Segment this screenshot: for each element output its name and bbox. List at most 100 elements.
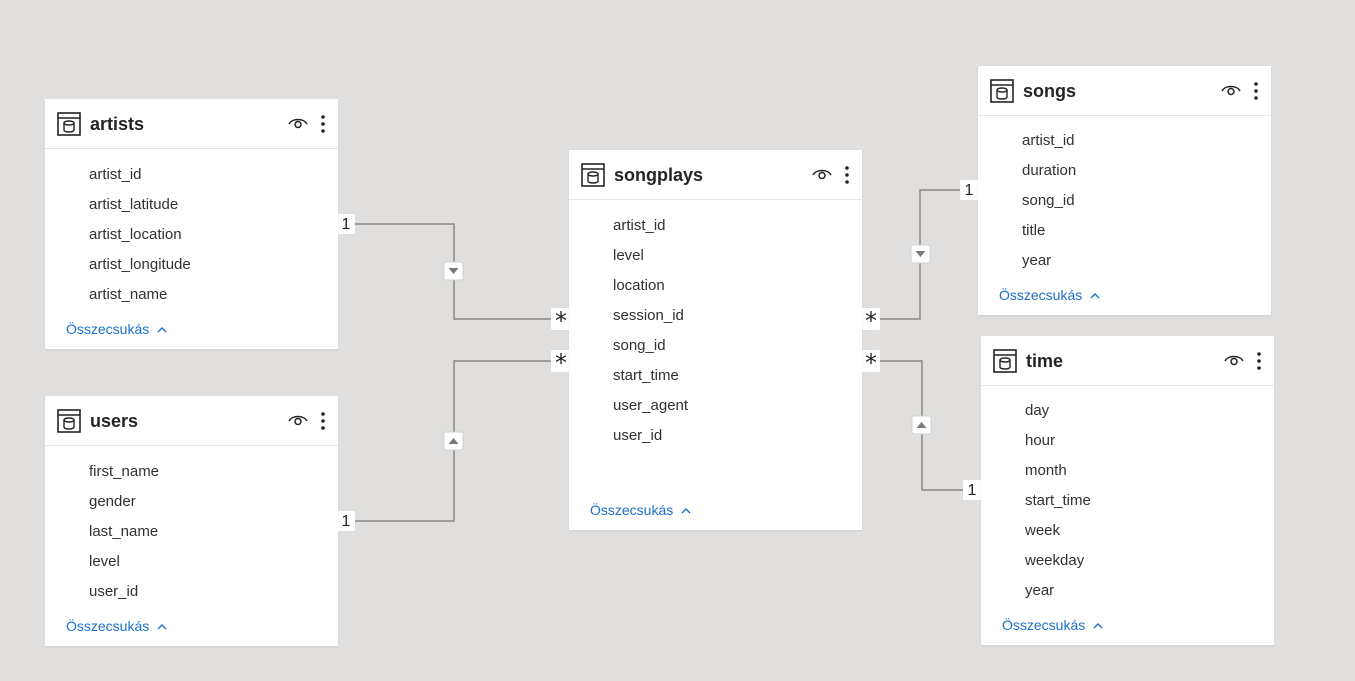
table-card-artists[interactable]: artists artist_id artist_latitude artist… <box>45 99 338 349</box>
field-list: artist_id duration song_id title year <box>1022 126 1076 276</box>
collapse-label: Összecsukás <box>1002 617 1086 633</box>
field-item[interactable]: year <box>1025 576 1091 606</box>
field-item[interactable]: artist_id <box>89 160 191 190</box>
more-options-icon[interactable] <box>842 164 852 186</box>
field-item[interactable]: song_id <box>613 331 688 361</box>
more-options-icon[interactable] <box>318 113 328 135</box>
field-item[interactable]: weekday <box>1025 546 1091 576</box>
field-item[interactable]: start_time <box>1025 486 1091 516</box>
field-item[interactable]: artist_id <box>1022 126 1076 156</box>
table-icon <box>57 112 81 136</box>
collapse-label: Összecsukás <box>999 287 1083 303</box>
collapse-link[interactable]: Összecsukás <box>66 319 167 339</box>
filter-direction-arrow-icon[interactable] <box>443 261 464 281</box>
table-card-header[interactable]: artists <box>45 99 338 149</box>
field-item[interactable]: level <box>613 241 688 271</box>
field-item[interactable]: artist_location <box>89 220 191 250</box>
relationship-artists-songplays[interactable]: 1 * <box>337 214 570 335</box>
field-item[interactable]: year <box>1022 246 1076 276</box>
cardinality-many-badge: * <box>551 307 570 335</box>
eye-icon[interactable] <box>1224 352 1244 368</box>
field-item[interactable]: song_id <box>1022 186 1076 216</box>
table-card-time[interactable]: time day hour month start_time week week… <box>981 336 1274 645</box>
relationship-users-songplays[interactable]: 1 * <box>337 349 570 531</box>
cardinality-one-label: 1 <box>342 513 351 530</box>
more-options-icon[interactable] <box>318 410 328 432</box>
collapse-link[interactable]: Összecsukás <box>999 285 1100 305</box>
more-options-icon[interactable] <box>1251 80 1261 102</box>
field-item[interactable]: user_id <box>613 421 688 451</box>
field-item[interactable]: title <box>1022 216 1076 246</box>
cardinality-many-badge: * <box>551 349 570 377</box>
table-title: songs <box>1023 81 1077 101</box>
table-icon <box>990 79 1014 103</box>
cardinality-many-label: * <box>865 307 877 335</box>
field-list: artist_id level location session_id song… <box>613 211 688 451</box>
table-card-header[interactable]: songplays <box>569 150 862 200</box>
cardinality-one-label: 1 <box>342 216 351 233</box>
table-title: time <box>1026 351 1064 371</box>
collapse-link[interactable]: Összecsukás <box>590 500 691 520</box>
filter-direction-arrow-icon[interactable] <box>443 431 464 451</box>
cardinality-one-label: 1 <box>965 182 974 199</box>
cardinality-one-badge: 1 <box>337 511 355 531</box>
table-title: songplays <box>614 165 704 185</box>
filter-direction-arrow-icon[interactable] <box>911 415 932 435</box>
table-icon <box>993 349 1017 373</box>
cardinality-many-badge: * <box>861 307 880 335</box>
chevron-up-icon <box>681 508 691 514</box>
chevron-up-icon <box>1090 293 1100 299</box>
table-title: artists <box>90 114 145 134</box>
table-title: users <box>90 411 139 431</box>
field-item[interactable]: artist_latitude <box>89 190 191 220</box>
field-item[interactable]: user_id <box>89 577 159 607</box>
table-card-songplays[interactable]: songplays artist_id level location sessi… <box>569 150 862 530</box>
more-options-icon[interactable] <box>1254 350 1264 372</box>
field-item[interactable]: artist_longitude <box>89 250 191 280</box>
cardinality-one-badge: 1 <box>960 180 978 200</box>
field-item[interactable]: user_agent <box>613 391 688 421</box>
field-item[interactable]: location <box>613 271 688 301</box>
field-item[interactable]: hour <box>1025 426 1091 456</box>
field-item[interactable]: first_name <box>89 457 159 487</box>
table-card-header[interactable]: time <box>981 336 1274 386</box>
relationship-songs-songplays[interactable]: 1 * <box>861 180 978 335</box>
collapse-link[interactable]: Összecsukás <box>66 616 167 636</box>
cardinality-many-badge: * <box>861 349 880 377</box>
table-card-users[interactable]: users first_name gender last_name level … <box>45 396 338 646</box>
eye-icon[interactable] <box>288 115 308 131</box>
field-item[interactable]: session_id <box>613 301 688 331</box>
cardinality-many-label: * <box>555 307 567 335</box>
eye-icon[interactable] <box>1221 82 1241 98</box>
cardinality-many-label: * <box>865 349 877 377</box>
chevron-up-icon <box>1093 623 1103 629</box>
chevron-up-icon <box>157 327 167 333</box>
collapse-label: Összecsukás <box>66 321 150 337</box>
table-card-header[interactable]: songs <box>978 66 1271 116</box>
relationship-time-songplays[interactable]: 1 * <box>861 349 981 500</box>
table-icon <box>581 163 605 187</box>
chevron-up-icon <box>157 624 167 630</box>
field-item[interactable]: start_time <box>613 361 688 391</box>
table-icon <box>57 409 81 433</box>
filter-direction-arrow-icon[interactable] <box>910 244 931 264</box>
field-item[interactable]: level <box>89 547 159 577</box>
cardinality-one-label: 1 <box>968 482 977 499</box>
field-item[interactable]: month <box>1025 456 1091 486</box>
field-item[interactable]: day <box>1025 396 1091 426</box>
cardinality-one-badge: 1 <box>963 480 981 500</box>
field-item[interactable]: gender <box>89 487 159 517</box>
collapse-label: Összecsukás <box>66 618 150 634</box>
eye-icon[interactable] <box>288 412 308 428</box>
eye-icon[interactable] <box>812 166 832 182</box>
field-item[interactable]: last_name <box>89 517 159 547</box>
table-card-header[interactable]: users <box>45 396 338 446</box>
field-item[interactable]: week <box>1025 516 1091 546</box>
collapse-link[interactable]: Összecsukás <box>1002 615 1103 635</box>
table-card-songs[interactable]: songs artist_id duration song_id title y… <box>978 66 1271 315</box>
field-item[interactable]: artist_id <box>613 211 688 241</box>
field-list: artist_id artist_latitude artist_locatio… <box>89 160 191 310</box>
field-item[interactable]: duration <box>1022 156 1076 186</box>
field-list: day hour month start_time week weekday y… <box>1025 396 1091 606</box>
field-item[interactable]: artist_name <box>89 280 191 310</box>
